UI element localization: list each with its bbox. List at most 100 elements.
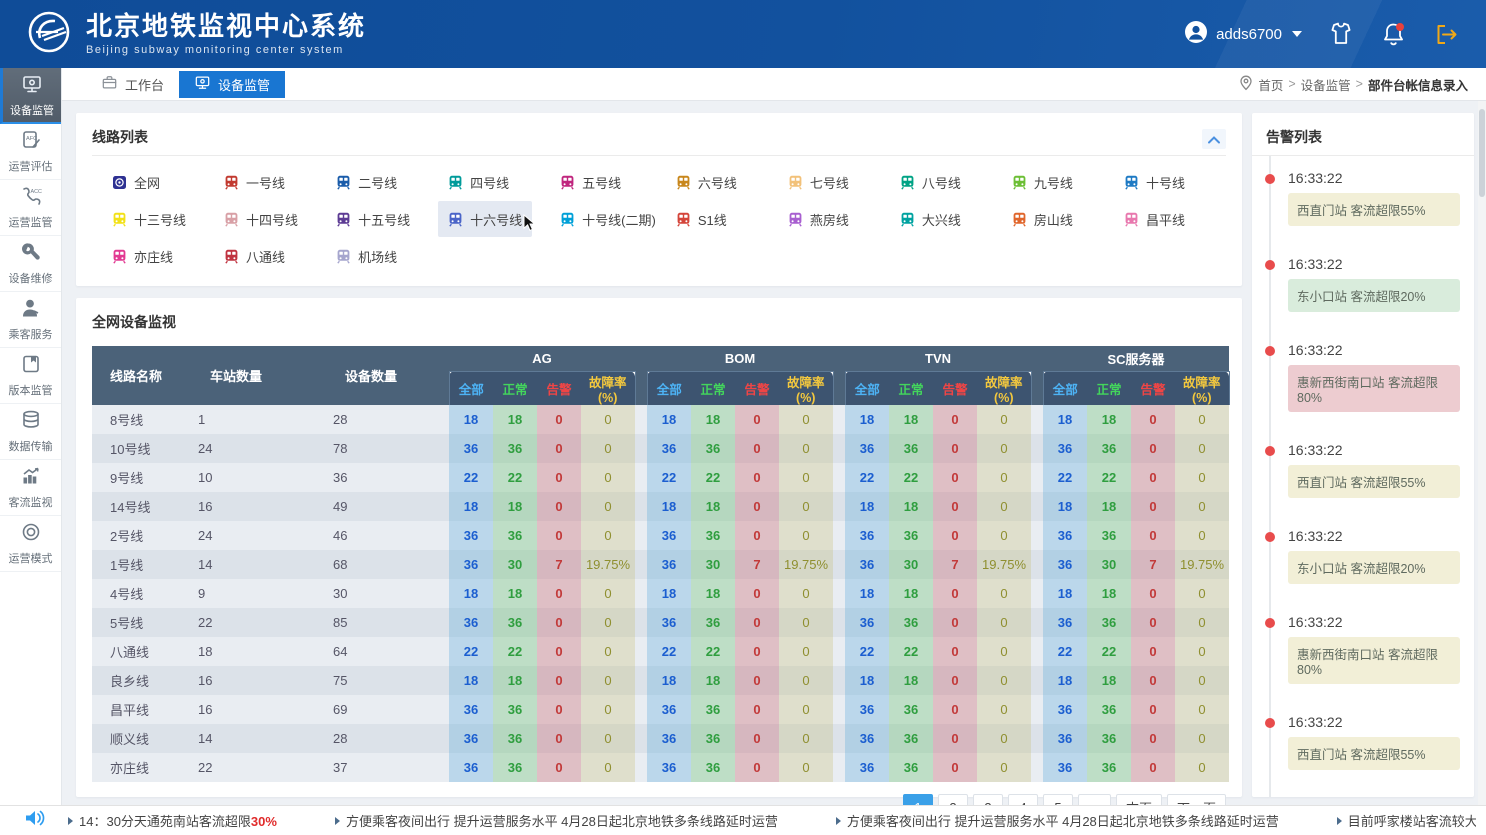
line-item[interactable]: 六号线 [666, 164, 747, 200]
table-row[interactable]: 良乡线1675181800181800181800181800 [92, 666, 1229, 695]
notification-bell-icon[interactable] [1380, 21, 1407, 48]
table-row[interactable]: 4号线930181800181800181800181800 [92, 579, 1229, 608]
afc-doc-icon: AFC [20, 129, 42, 154]
alarm-item[interactable]: 16:33:22西直门站 客流超限55% [1252, 442, 1474, 498]
speaker-icon [24, 808, 46, 833]
monitor-icon [194, 74, 211, 94]
sidebar-item-8[interactable]: 客流监视 [0, 460, 61, 516]
cell-fault-rate: 0 [779, 637, 833, 666]
line-item[interactable]: 七号线 [778, 164, 859, 200]
sidebar-item-6[interactable]: 版本监管 [0, 348, 61, 404]
line-item[interactable]: 八号线 [890, 164, 971, 200]
cell-all: 36 [1043, 608, 1087, 637]
table-row[interactable]: 亦庄线2237363600363600363600363600 [92, 753, 1229, 782]
sidebar-item-3[interactable]: ACC运营监管 [0, 180, 61, 236]
alarm-item[interactable]: 16:33:22东小口站 客流超限20% [1252, 528, 1474, 584]
user-menu[interactable]: adds6700 [1184, 20, 1302, 48]
line-item[interactable]: 十号线(二期) [550, 201, 666, 237]
line-item[interactable]: 二号线 [326, 164, 407, 200]
cell-devices: 30 [327, 579, 437, 608]
scrollbar-track[interactable] [1478, 101, 1486, 805]
sidebar-item-2[interactable]: AFC运营评估 [0, 124, 61, 180]
cell-all: 36 [449, 724, 493, 753]
alarm-dot-icon [1265, 532, 1275, 542]
alarm-list[interactable]: 16:33:22西直门站 客流超限55% 16:33:22东小口站 客流超限20%… [1252, 156, 1474, 797]
group-header: TVN [845, 346, 1031, 371]
table-row[interactable]: 2号线2446363600363600363600363600 [92, 521, 1229, 550]
alarm-item[interactable]: 16:33:22惠新西街南口站 客流超限80% [1252, 614, 1474, 684]
breadcrumb-item-2[interactable]: 设备监管 [1301, 75, 1351, 94]
line-item[interactable]: 全网 [102, 164, 170, 200]
line-item[interactable]: 昌平线 [1114, 201, 1195, 237]
cell-alarm: 0 [1131, 434, 1175, 463]
cell-normal: 18 [1087, 405, 1131, 434]
group-header: AG [449, 346, 635, 371]
line-item[interactable]: 四号线 [438, 164, 519, 200]
sidebar-item-4[interactable]: 设备维修 [0, 236, 61, 292]
cell-fault-rate: 0 [1175, 666, 1229, 695]
line-item[interactable]: S1线 [666, 201, 737, 237]
scrollbar-thumb[interactable] [1479, 109, 1485, 197]
table-row[interactable]: 顺义线1428363600363600363600363600 [92, 724, 1229, 753]
group-header: BOM [647, 346, 833, 371]
logout-icon[interactable] [1433, 21, 1460, 48]
line-item[interactable]: 十号线 [1114, 164, 1195, 200]
alarm-item[interactable]: 16:33:22惠新西街南口站 客流超限80% [1252, 342, 1474, 412]
line-item[interactable]: 燕房线 [778, 201, 859, 237]
alarm-item[interactable]: 16:33:22西直门站 客流超限55% [1252, 714, 1474, 770]
breadcrumb: 首页>设备监管>部件台帐信息录入 [1239, 75, 1468, 94]
line-label: 房山线 [1034, 210, 1073, 229]
ticker-arrow-icon [68, 817, 73, 825]
alarm-item[interactable]: 16:33:22西直门站 客流超限55% [1252, 170, 1474, 226]
table-row[interactable]: 14号线1649181800181800181800181800 [92, 492, 1229, 521]
line-item[interactable]: 九号线 [1002, 164, 1083, 200]
cell-fault-rate: 0 [581, 492, 635, 521]
cell-fault-rate: 0 [779, 724, 833, 753]
line-item[interactable]: 八通线 [214, 238, 295, 274]
train-icon [788, 212, 803, 227]
cell-normal: 36 [493, 724, 537, 753]
table-row[interactable]: 昌平线1669363600363600363600363600 [92, 695, 1229, 724]
sidebar-item-1[interactable]: 设备监管 [0, 68, 61, 124]
cell-devices: 78 [327, 434, 437, 463]
cell-alarm: 0 [933, 405, 977, 434]
tab-1[interactable]: 工作台 [86, 71, 179, 98]
line-item[interactable]: 十六号线 [438, 201, 532, 237]
alarm-item[interactable]: 16:33:22东小口站 客流超限20% [1252, 256, 1474, 312]
sidebar-item-7[interactable]: 数据传输 [0, 404, 61, 460]
line-item[interactable]: 十三号线 [102, 201, 196, 237]
line-label: 十号线(二期) [582, 210, 656, 229]
table-row[interactable]: 八通线1864222200222200222200222200 [92, 637, 1229, 666]
table-row[interactable]: 1号线14683630719.75%3630719.75%3630719.75%… [92, 550, 1229, 579]
table-row[interactable]: 8号线128181800181800181800181800 [92, 405, 1229, 434]
sidebar-item-5[interactable]: 乘客服务 [0, 292, 61, 348]
line-label: 五号线 [582, 173, 621, 192]
line-item[interactable]: 房山线 [1002, 201, 1083, 237]
line-item[interactable]: 机场线 [326, 238, 407, 274]
line-item[interactable]: 一号线 [214, 164, 295, 200]
line-label: 十六号线 [470, 210, 522, 229]
table-row[interactable]: 9号线1036222200222200222200222200 [92, 463, 1229, 492]
cell-fault-rate: 0 [1175, 434, 1229, 463]
tab-2[interactable]: 设备监管 [179, 71, 285, 98]
line-item[interactable]: 亦庄线 [102, 238, 183, 274]
cell-all: 22 [647, 463, 691, 492]
theme-shirt-icon[interactable] [1328, 21, 1354, 47]
train-icon [900, 175, 915, 190]
cell-all: 36 [647, 434, 691, 463]
table-row[interactable]: 10号线2478363600363600363600363600 [92, 434, 1229, 463]
cell-normal: 36 [493, 521, 537, 550]
cell-normal: 36 [1087, 753, 1131, 782]
line-label: 十三号线 [134, 210, 186, 229]
line-item[interactable]: 十五号线 [326, 201, 420, 237]
cell-all: 22 [845, 637, 889, 666]
cell-alarm: 0 [537, 753, 581, 782]
line-item[interactable]: 十四号线 [214, 201, 308, 237]
line-item[interactable]: 大兴线 [890, 201, 971, 237]
line-item[interactable]: 五号线 [550, 164, 631, 200]
breadcrumb-item-1[interactable]: 首页 [1258, 75, 1283, 94]
cell-fault-rate: 19.75% [779, 550, 833, 579]
table-row[interactable]: 5号线2285363600363600363600363600 [92, 608, 1229, 637]
collapse-panel-button[interactable] [1202, 129, 1226, 149]
sidebar-item-9[interactable]: 运营模式 [0, 516, 61, 572]
